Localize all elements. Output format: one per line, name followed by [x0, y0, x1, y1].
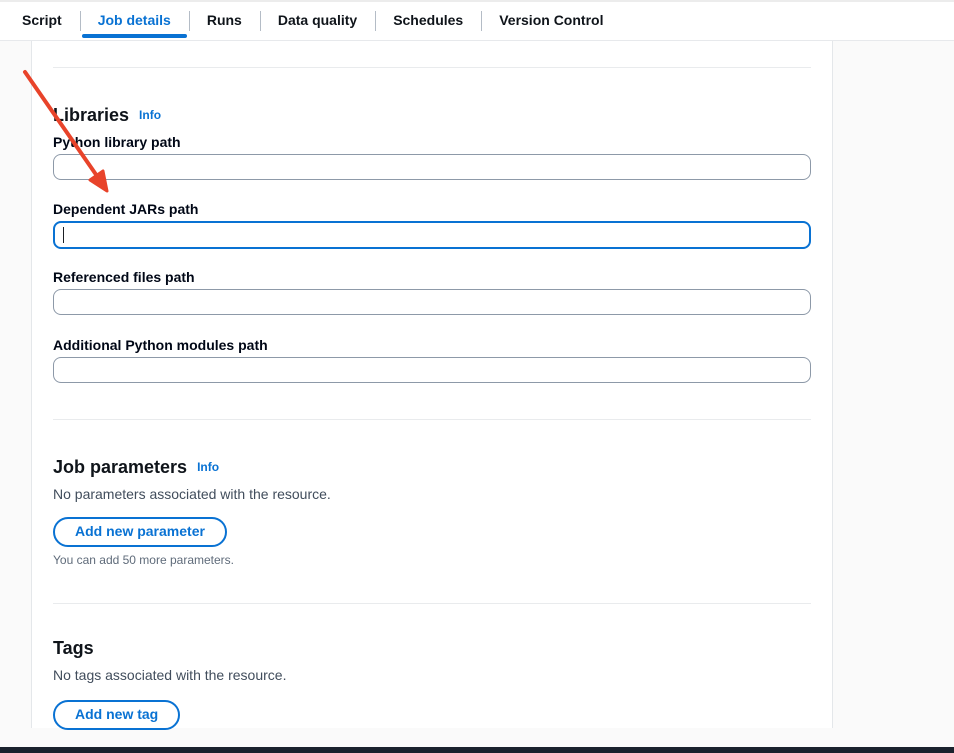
libraries-section-title: Libraries Info [53, 105, 811, 126]
additional-python-modules-path-wrap [53, 357, 811, 383]
tags-title-text: Tags [53, 638, 94, 658]
text-cursor [63, 227, 64, 243]
tab-script[interactable]: Script [4, 2, 80, 40]
dependent-jars-path-wrap [53, 221, 811, 249]
tab-bar: Script Job details Runs Data quality Sch… [0, 0, 954, 41]
job-parameters-limit-note: You can add 50 more parameters. [53, 553, 811, 567]
job-details-page: { "tabs": [ { "label": "Script", "active… [0, 0, 954, 753]
referenced-files-path-label: Referenced files path [53, 268, 811, 286]
section-divider [53, 603, 811, 604]
window-bottom-bar [0, 747, 954, 753]
tags-section-title: Tags [53, 638, 811, 659]
python-library-path-input[interactable] [53, 154, 811, 180]
tab-data-quality[interactable]: Data quality [260, 2, 375, 40]
python-library-path-label: Python library path [53, 133, 811, 151]
tab-version-control[interactable]: Version Control [481, 2, 621, 40]
python-library-path-wrap [53, 154, 811, 180]
job-parameters-info-link[interactable]: Info [197, 460, 219, 474]
add-new-parameter-button[interactable]: Add new parameter [53, 517, 227, 547]
job-parameters-section-title: Job parameters Info [53, 457, 811, 478]
dependent-jars-path-input[interactable] [53, 221, 811, 249]
section-divider [53, 67, 811, 68]
additional-python-modules-path-label: Additional Python modules path [53, 336, 811, 354]
tab-list: Script Job details Runs Data quality Sch… [4, 2, 954, 40]
libraries-info-link[interactable]: Info [139, 108, 161, 122]
tab-job-details[interactable]: Job details [80, 2, 189, 40]
tab-schedules[interactable]: Schedules [375, 2, 481, 40]
tags-empty-message: No tags associated with the resource. [53, 666, 811, 684]
job-parameters-empty-message: No parameters associated with the resour… [53, 485, 811, 503]
job-details-panel: Libraries Info Python library path Depend… [31, 41, 833, 728]
section-divider [53, 419, 811, 420]
referenced-files-path-wrap [53, 289, 811, 315]
additional-python-modules-path-input[interactable] [53, 357, 811, 383]
add-new-tag-button[interactable]: Add new tag [53, 700, 180, 730]
tab-runs[interactable]: Runs [189, 2, 260, 40]
panel-content: Libraries Info Python library path Depend… [32, 67, 832, 730]
job-parameters-title-text: Job parameters [53, 457, 187, 477]
libraries-title-text: Libraries [53, 105, 129, 125]
dependent-jars-path-label: Dependent JARs path [53, 200, 811, 218]
referenced-files-path-input[interactable] [53, 289, 811, 315]
